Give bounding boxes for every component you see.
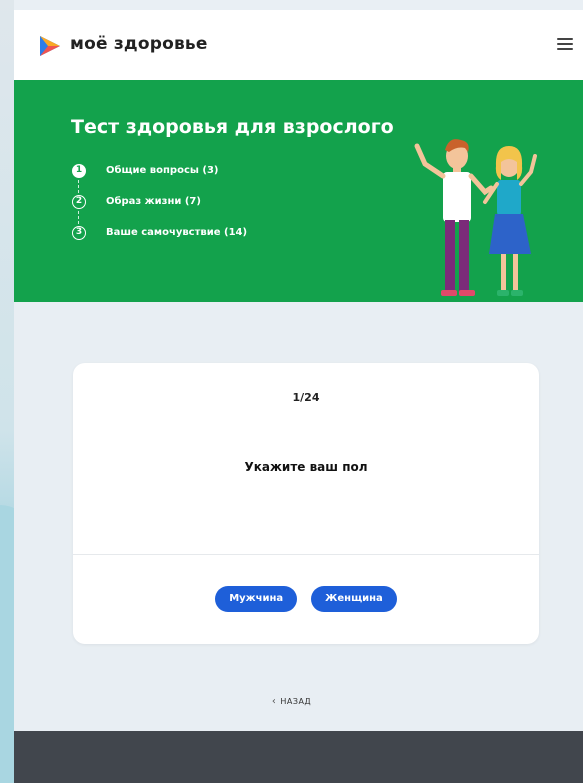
step-item-3: 3 Ваше самочувствие (14) <box>72 226 247 257</box>
page-title: Тест здоровья для взрослого <box>71 116 394 138</box>
back-label: НАЗАД <box>280 697 312 706</box>
hamburger-menu-icon[interactable] <box>557 36 573 52</box>
step-label: Общие вопросы (3) <box>106 165 219 176</box>
question-counter: 1/24 <box>292 391 320 404</box>
step-list: 1 Общие вопросы (3) 2 Образ жизни (7) 3 … <box>72 164 247 257</box>
question-text: Укажите ваш пол <box>244 460 368 474</box>
step-number: 3 <box>72 226 86 240</box>
step-number: 1 <box>72 164 86 178</box>
answer-male-button[interactable]: Мужчина <box>215 586 298 612</box>
back-button[interactable]: ‹ НАЗАД <box>0 696 583 707</box>
people-illustration-icon <box>414 139 537 296</box>
step-item-2: 2 Образ жизни (7) <box>72 195 247 226</box>
question-card: 1/24 Укажите ваш пол Мужчина Женщина <box>73 363 539 644</box>
step-label: Ваше самочувствие (14) <box>106 227 248 238</box>
chevron-left-icon: ‹ <box>271 696 277 707</box>
answer-options: Мужчина Женщина <box>73 586 539 612</box>
page-footer <box>14 731 583 783</box>
top-header: моё здоровье <box>14 10 583 80</box>
step-label: Образ жизни (7) <box>106 196 201 207</box>
answer-female-button[interactable]: Женщина <box>311 586 397 612</box>
step-number: 2 <box>72 195 86 209</box>
app-screen: моё здоровье Тест здоровья для взрослого… <box>14 10 583 783</box>
brand-logo-icon[interactable] <box>38 34 62 58</box>
step-item-1: 1 Общие вопросы (3) <box>72 164 247 195</box>
hero-banner: Тест здоровья для взрослого 1 Общие вопр… <box>14 80 583 302</box>
brand-name[interactable]: моё здоровье <box>70 34 208 54</box>
card-divider <box>73 554 539 555</box>
step-connector <box>78 180 80 193</box>
step-connector <box>78 211 80 224</box>
